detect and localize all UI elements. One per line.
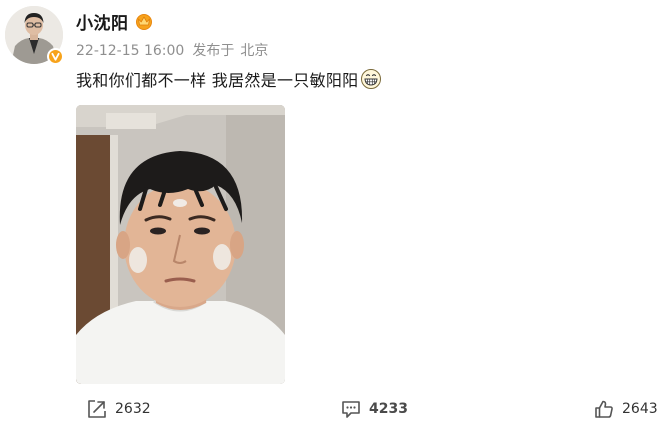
post-timestamp[interactable]: 22-12-15 16:00 [76, 43, 184, 59]
selfie-photo [76, 105, 285, 384]
verified-v-glyph [51, 52, 60, 61]
comment-bubble-icon [342, 401, 360, 418]
verified-v-badge-icon [47, 48, 64, 65]
like-count: 2643 [622, 401, 658, 417]
post-action-bar: 2632 4233 2643 [0, 396, 660, 422]
thumbs-up-icon [595, 400, 613, 418]
grinning-face-icon [360, 69, 381, 89]
avatar-container[interactable] [5, 6, 64, 65]
like-button[interactable]: 2643 [593, 396, 658, 422]
comment-count: 4233 [369, 401, 408, 417]
posted-from-label: 发布于 [192, 43, 235, 59]
comment-button[interactable]: 4233 [340, 396, 408, 422]
post-meta: 22-12-15 16:00 发布于 北京 [76, 40, 268, 60]
username-row: 小沈阳 [76, 8, 154, 34]
share-button[interactable]: 2632 [86, 396, 151, 422]
post-location: 北京 [240, 43, 269, 59]
post-body-text: 我和你们都不一样 我居然是一只敏阳阳 [76, 71, 359, 90]
post-photo[interactable] [76, 105, 285, 384]
share-forward-icon [88, 400, 106, 418]
post-text: 我和你们都不一样 我居然是一只敏阳阳 [76, 67, 382, 91]
crown-member-icon[interactable] [134, 12, 154, 30]
username-link[interactable]: 小沈阳 [76, 9, 129, 34]
share-count: 2632 [115, 401, 151, 417]
